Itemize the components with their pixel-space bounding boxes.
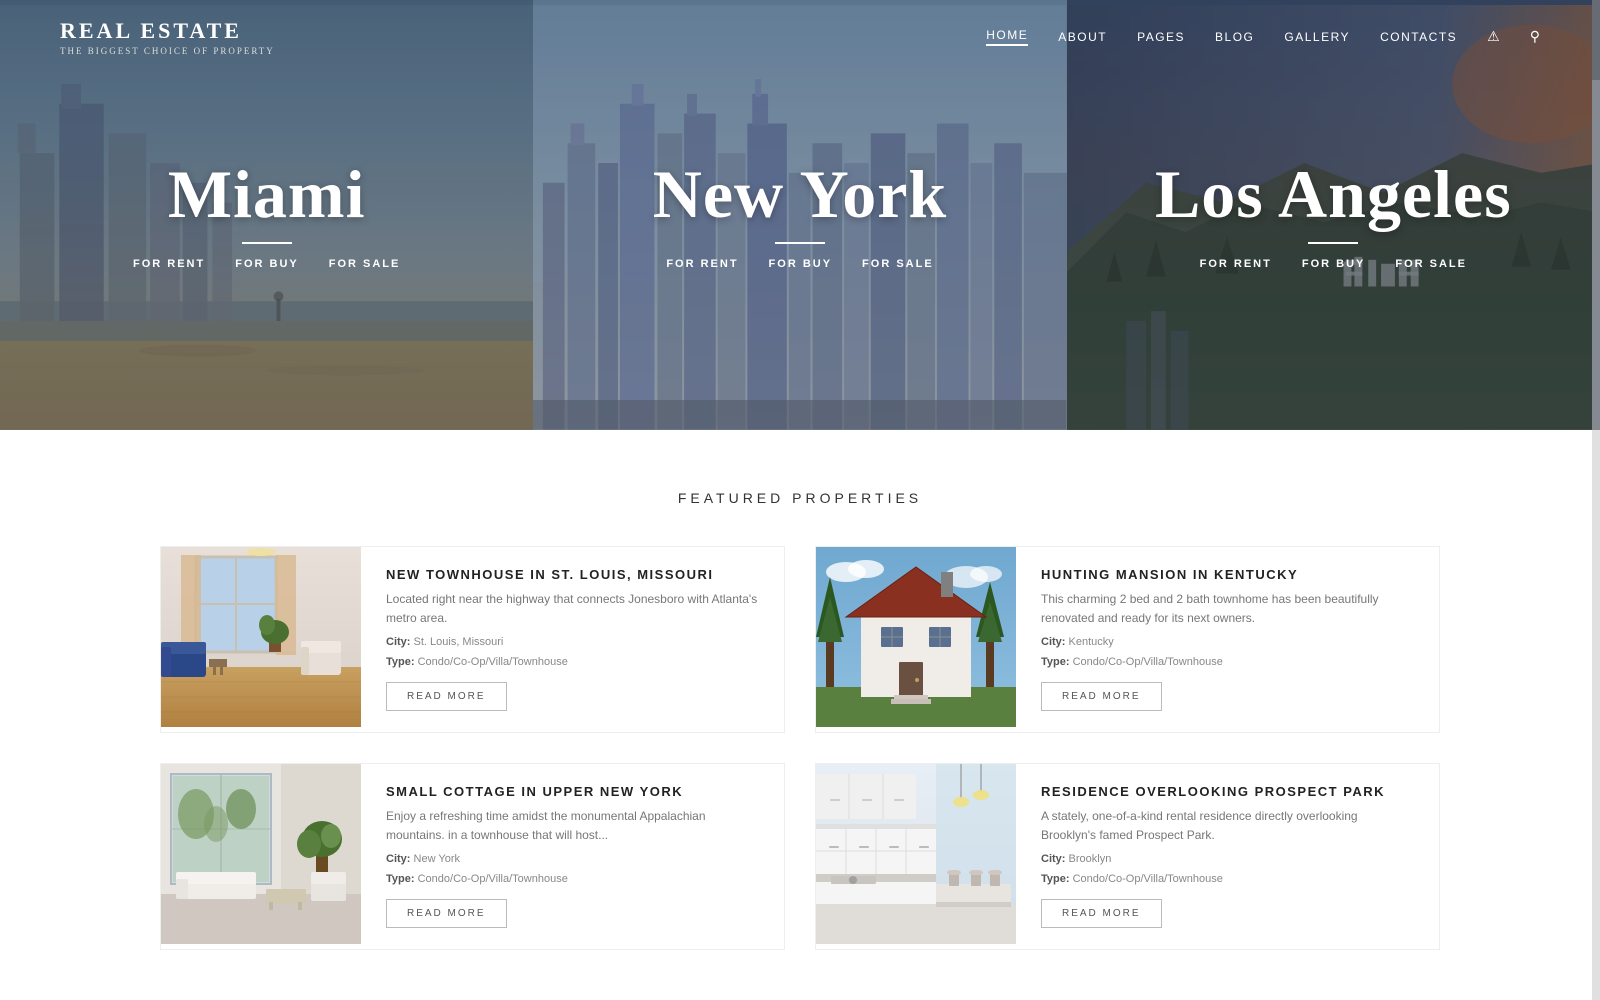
miami-for-sale[interactable]: FOR SALE [329, 258, 401, 270]
nav-about[interactable]: ABOUT [1058, 30, 1107, 44]
nav-gallery[interactable]: GALLERY [1284, 30, 1350, 44]
miami-links: FOR RENT FOR BUY FOR SALE [133, 258, 400, 270]
property-info-1: NEW TOWNHOUSE IN ST. LOUIS, MISSOURI Loc… [361, 547, 784, 732]
newyork-for-sale[interactable]: FOR SALE [862, 258, 934, 270]
property-desc-2: This charming 2 bed and 2 bath townhome … [1041, 590, 1414, 628]
property-city-2: City: Kentucky [1041, 636, 1414, 648]
main-nav: HOME ABOUT PAGES BLOG GALLERY CONTACTS ⚠… [986, 28, 1540, 46]
property-type-1: Type: Condo/Co-Op/Villa/Townhouse [386, 656, 759, 668]
property-image-4 [816, 764, 1016, 949]
miami-city-name: Miami [133, 160, 400, 228]
newyork-links: FOR RENT FOR BUY FOR SALE [653, 258, 947, 270]
miami-divider [242, 242, 292, 244]
property-city-1: City: St. Louis, Missouri [386, 636, 759, 648]
featured-title: FEATURED PROPERTIES [160, 490, 1440, 506]
property-info-2: HUNTING MANSION IN KENTUCKY This charmin… [1016, 547, 1439, 732]
read-more-button-3[interactable]: READ MORE [386, 899, 507, 928]
read-more-button-2[interactable]: READ MORE [1041, 682, 1162, 711]
property-card-3: SMALL COTTAGE IN UPPER NEW YORK Enjoy a … [160, 763, 785, 950]
property-image-2 [816, 547, 1016, 732]
property-desc-4: A stately, one-of-a-kind rental residenc… [1041, 807, 1414, 845]
property-info-3: SMALL COTTAGE IN UPPER NEW YORK Enjoy a … [361, 764, 784, 949]
property-city-4: City: Brooklyn [1041, 853, 1414, 865]
property-title-1: NEW TOWNHOUSE IN ST. LOUIS, MISSOURI [386, 567, 759, 582]
property-desc-1: Located right near the highway that conn… [386, 590, 759, 628]
read-more-button-4[interactable]: READ MORE [1041, 899, 1162, 928]
nav-pages[interactable]: PAGES [1137, 30, 1185, 44]
property-image-3 [161, 764, 361, 949]
la-for-buy[interactable]: FOR BUY [1302, 258, 1366, 270]
property-type-2: Type: Condo/Co-Op/Villa/Townhouse [1041, 656, 1414, 668]
la-city-name: Los Angeles [1155, 160, 1512, 228]
featured-section: FEATURED PROPERTIES [0, 430, 1600, 990]
property-title-2: HUNTING MANSION IN KENTUCKY [1041, 567, 1414, 582]
nav-blog[interactable]: BLOG [1215, 30, 1254, 44]
newyork-city-name: New York [653, 160, 947, 228]
logo-subtitle: THE BIGGEST CHOICE OF PROPERTY [60, 46, 275, 56]
property-info-4: RESIDENCE OVERLOOKING PROSPECT PARK A st… [1016, 764, 1439, 949]
property-type-3: Type: Condo/Co-Op/Villa/Townhouse [386, 873, 759, 885]
la-for-sale[interactable]: FOR SALE [1395, 258, 1467, 270]
logo-title: REAL ESTATE [60, 18, 275, 44]
la-for-rent[interactable]: FOR RENT [1200, 258, 1272, 270]
property-title-3: SMALL COTTAGE IN UPPER NEW YORK [386, 784, 759, 799]
property-desc-3: Enjoy a refreshing time amidst the monum… [386, 807, 759, 845]
properties-grid: NEW TOWNHOUSE IN ST. LOUIS, MISSOURI Loc… [160, 546, 1440, 950]
search-icon[interactable]: ⚲ [1530, 29, 1540, 46]
nav-home[interactable]: HOME [986, 28, 1028, 46]
miami-for-rent[interactable]: FOR RENT [133, 258, 205, 270]
header: REAL ESTATE THE BIGGEST CHOICE OF PROPER… [0, 0, 1600, 74]
property-image-1 [161, 547, 361, 732]
logo-area: REAL ESTATE THE BIGGEST CHOICE OF PROPER… [60, 18, 275, 56]
property-city-3: City: New York [386, 853, 759, 865]
property-card-1: NEW TOWNHOUSE IN ST. LOUIS, MISSOURI Loc… [160, 546, 785, 733]
property-card-2: HUNTING MANSION IN KENTUCKY This charmin… [815, 546, 1440, 733]
la-divider [1308, 242, 1358, 244]
read-more-button-1[interactable]: READ MORE [386, 682, 507, 711]
nav-contacts[interactable]: CONTACTS [1380, 30, 1457, 44]
newyork-for-buy[interactable]: FOR BUY [769, 258, 833, 270]
la-content: Los Angeles FOR RENT FOR BUY FOR SALE [1155, 160, 1512, 270]
newyork-content: New York FOR RENT FOR BUY FOR SALE [653, 160, 947, 270]
la-links: FOR RENT FOR BUY FOR SALE [1155, 258, 1512, 270]
user-icon[interactable]: ⚠ [1487, 29, 1500, 46]
property-type-4: Type: Condo/Co-Op/Villa/Townhouse [1041, 873, 1414, 885]
miami-content: Miami FOR RENT FOR BUY FOR SALE [133, 160, 400, 270]
property-card-4: RESIDENCE OVERLOOKING PROSPECT PARK A st… [815, 763, 1440, 950]
miami-for-buy[interactable]: FOR BUY [235, 258, 299, 270]
newyork-divider [775, 242, 825, 244]
newyork-for-rent[interactable]: FOR RENT [666, 258, 738, 270]
property-title-4: RESIDENCE OVERLOOKING PROSPECT PARK [1041, 784, 1414, 799]
